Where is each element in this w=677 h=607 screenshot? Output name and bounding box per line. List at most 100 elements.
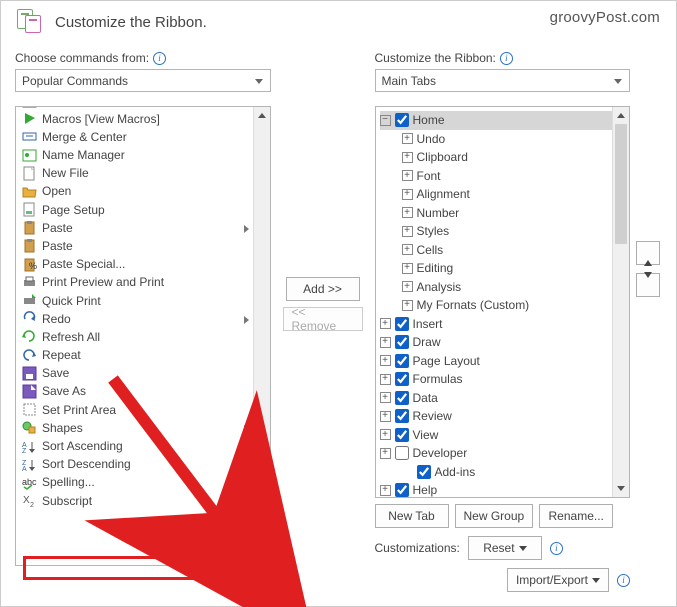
tab-checkbox[interactable] xyxy=(395,335,409,349)
tree-item[interactable]: +Cells xyxy=(380,241,613,260)
tree-item[interactable]: +Formulas xyxy=(380,370,613,389)
expand-icon[interactable]: + xyxy=(402,263,413,274)
expand-icon[interactable]: + xyxy=(402,226,413,237)
expand-icon[interactable]: + xyxy=(402,300,413,311)
tree-item[interactable]: Add-ins xyxy=(380,463,613,482)
expand-icon[interactable]: + xyxy=(380,448,391,459)
tree-item[interactable]: +Number xyxy=(380,204,613,223)
expand-icon[interactable]: + xyxy=(380,355,391,366)
new-tab-button[interactable]: New Tab xyxy=(375,504,449,528)
choose-commands-dropdown[interactable]: Popular Commands xyxy=(15,69,271,92)
tree-item[interactable]: +Review xyxy=(380,407,613,426)
command-item[interactable]: Paste xyxy=(16,237,253,255)
tree-item[interactable]: +Page Layout xyxy=(380,352,613,371)
info-icon[interactable]: i xyxy=(550,542,563,555)
command-item[interactable]: ΣSum xyxy=(16,510,253,513)
tab-checkbox[interactable] xyxy=(395,483,409,497)
command-label: Subscript xyxy=(42,494,92,508)
tree-item[interactable]: +Font xyxy=(380,167,613,186)
expand-icon[interactable]: + xyxy=(380,411,391,422)
tree-item[interactable]: +Help xyxy=(380,481,613,498)
new-group-button[interactable]: New Group xyxy=(455,504,534,528)
tab-checkbox[interactable] xyxy=(395,446,409,460)
move-down-button[interactable] xyxy=(636,273,660,297)
command-item[interactable]: Paste xyxy=(16,219,253,237)
scrollbar[interactable] xyxy=(612,107,629,497)
rename-button[interactable]: Rename... xyxy=(539,504,613,528)
tree-item[interactable]: +Data xyxy=(380,389,613,408)
expand-icon[interactable]: + xyxy=(380,392,391,403)
tab-checkbox[interactable] xyxy=(395,409,409,423)
expand-icon[interactable]: + xyxy=(402,281,413,292)
command-item[interactable]: ZASort Descending xyxy=(16,455,253,473)
tree-item[interactable]: +Styles xyxy=(380,222,613,241)
tabs-treeview[interactable]: −Home+Undo+Clipboard+Font+Alignment+Numb… xyxy=(375,106,631,498)
tree-item[interactable]: +Insert xyxy=(380,315,613,334)
expand-icon[interactable]: − xyxy=(380,115,391,126)
command-item[interactable]: Refresh All xyxy=(16,328,253,346)
command-item[interactable]: %Paste Special... xyxy=(16,255,253,273)
commands-listbox[interactable]: Insert Sheet ColumnsInsert Sheet RowsIns… xyxy=(15,106,271,566)
tree-item[interactable]: −Home xyxy=(380,111,613,130)
scroll-up-icon[interactable] xyxy=(254,107,270,124)
add-button[interactable]: Add >> xyxy=(286,277,360,301)
tree-item[interactable]: +My Fornats (Custom) xyxy=(380,296,613,315)
setprint-icon xyxy=(20,402,38,417)
command-item[interactable]: Page Setup xyxy=(16,201,253,219)
expand-icon[interactable]: + xyxy=(380,485,391,496)
command-item[interactable]: Name Manager xyxy=(16,146,253,164)
expand-icon[interactable]: + xyxy=(402,170,413,181)
command-item[interactable]: AZSort Ascending xyxy=(16,437,253,455)
command-item[interactable]: Open xyxy=(16,182,253,200)
command-item[interactable]: X2Subscript xyxy=(16,492,253,510)
command-item[interactable]: Save As xyxy=(16,382,253,400)
command-item[interactable]: Shapes xyxy=(16,419,253,437)
tab-checkbox[interactable] xyxy=(417,465,431,479)
tree-item[interactable]: +Draw xyxy=(380,333,613,352)
scroll-up-icon[interactable] xyxy=(613,107,629,124)
tree-item[interactable]: +Developer xyxy=(380,444,613,463)
command-item[interactable]: New File xyxy=(16,164,253,182)
tab-checkbox[interactable] xyxy=(395,113,409,127)
expand-icon[interactable]: + xyxy=(380,374,391,385)
command-item[interactable]: Redo xyxy=(16,310,253,328)
scroll-thumb[interactable] xyxy=(615,124,627,244)
expand-icon[interactable]: + xyxy=(402,152,413,163)
command-item[interactable]: Repeat xyxy=(16,346,253,364)
expand-icon[interactable]: + xyxy=(402,244,413,255)
move-up-button[interactable] xyxy=(636,241,660,265)
tree-item[interactable]: +Editing xyxy=(380,259,613,278)
tree-item[interactable]: +Alignment xyxy=(380,185,613,204)
command-item[interactable]: Quick Print xyxy=(16,291,253,309)
command-item[interactable]: Save xyxy=(16,364,253,382)
command-item[interactable]: abcSpelling... xyxy=(16,473,253,491)
expand-icon[interactable]: + xyxy=(402,207,413,218)
expand-icon[interactable]: + xyxy=(380,429,391,440)
reset-dropdown-button[interactable]: Reset xyxy=(468,536,542,560)
scrollbar[interactable] xyxy=(253,107,270,565)
command-item[interactable]: Print Preview and Print xyxy=(16,273,253,291)
tree-item[interactable]: +Undo xyxy=(380,130,613,149)
tab-checkbox[interactable] xyxy=(395,354,409,368)
info-icon[interactable]: i xyxy=(617,574,630,587)
tab-checkbox[interactable] xyxy=(395,317,409,331)
command-item[interactable]: Merge & Center xyxy=(16,128,253,146)
tab-checkbox[interactable] xyxy=(395,391,409,405)
scroll-down-icon[interactable] xyxy=(254,548,270,565)
expand-icon[interactable]: + xyxy=(380,337,391,348)
command-item[interactable]: Set Print Area xyxy=(16,401,253,419)
expand-icon[interactable]: + xyxy=(402,189,413,200)
tree-item[interactable]: +View xyxy=(380,426,613,445)
import-export-dropdown-button[interactable]: Import/Export xyxy=(507,568,609,592)
info-icon[interactable]: i xyxy=(500,52,513,65)
info-icon[interactable]: i xyxy=(153,52,166,65)
command-item[interactable]: Macros [View Macros] xyxy=(16,110,253,128)
tab-checkbox[interactable] xyxy=(395,372,409,386)
expand-icon[interactable]: + xyxy=(380,318,391,329)
scroll-down-icon[interactable] xyxy=(613,480,629,497)
tree-item[interactable]: +Clipboard xyxy=(380,148,613,167)
tree-item[interactable]: +Analysis xyxy=(380,278,613,297)
tab-checkbox[interactable] xyxy=(395,428,409,442)
customize-ribbon-dropdown[interactable]: Main Tabs xyxy=(375,69,631,92)
expand-icon[interactable]: + xyxy=(402,133,413,144)
